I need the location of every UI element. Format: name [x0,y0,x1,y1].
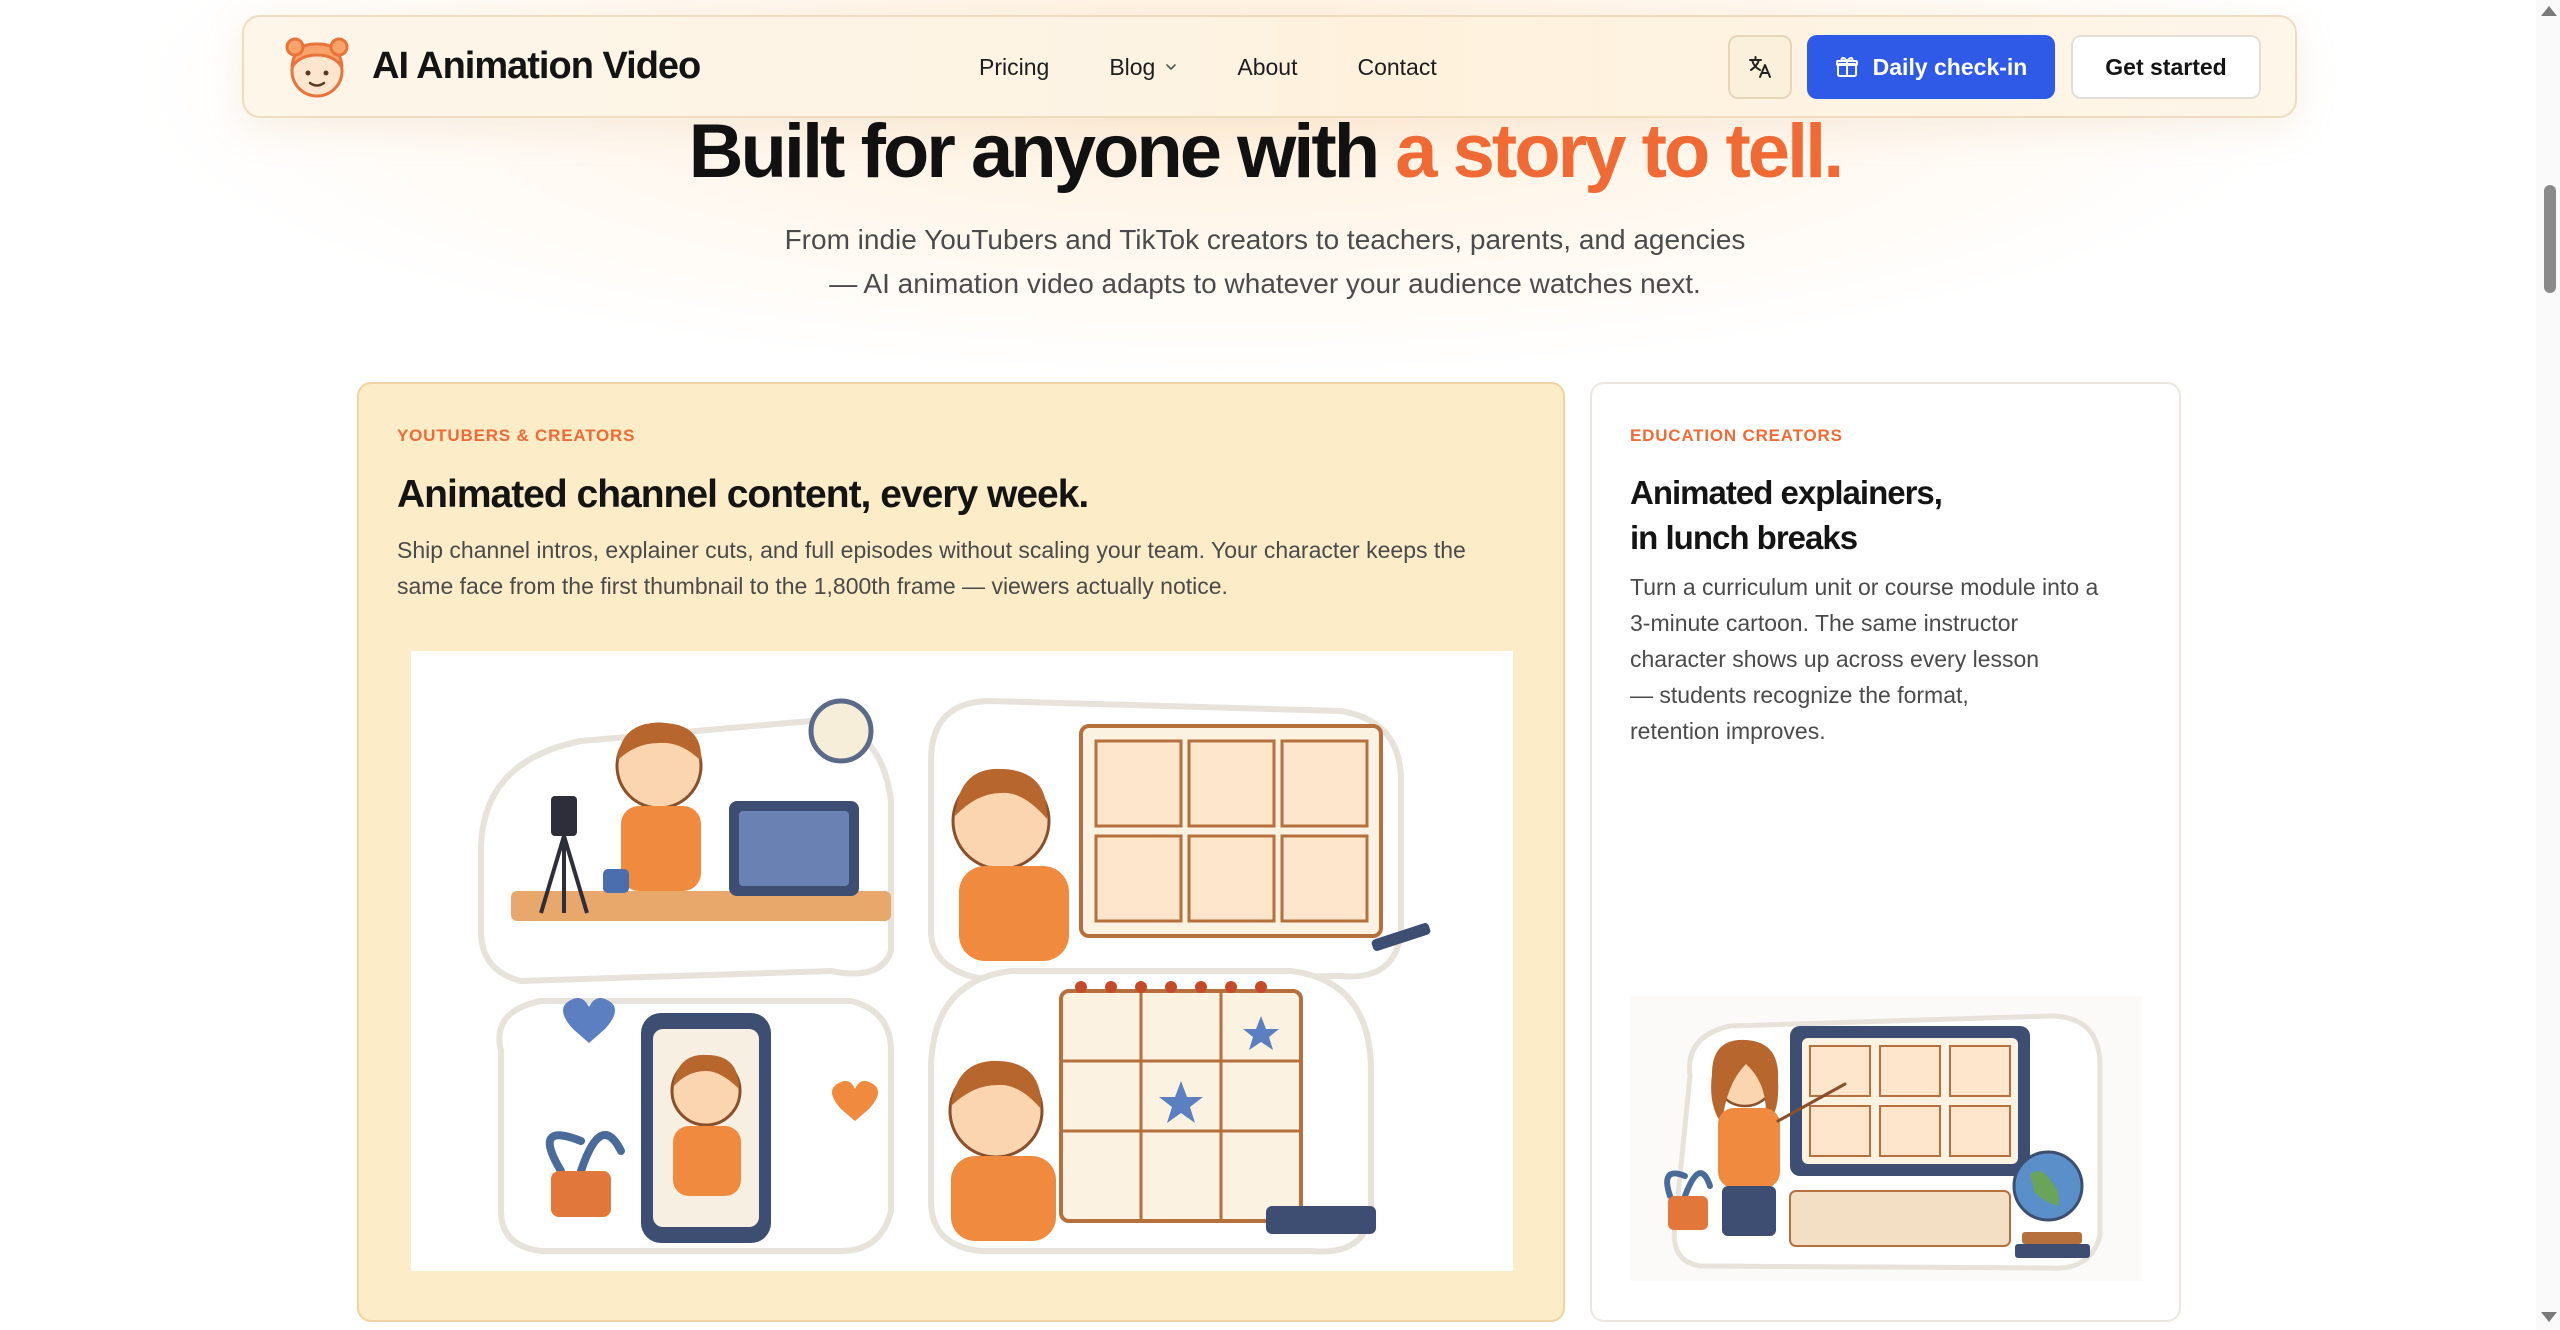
logo-icon[interactable] [280,31,354,105]
phone-scene [496,998,894,1254]
hero-title-accent: a story to tell. [1395,109,1844,194]
teacher-illustration-art [1664,1013,2103,1271]
scroll-down-arrow-icon[interactable] [2541,1312,2557,1322]
card-description: Ship channel intros, explainer cuts, and… [397,532,1466,604]
card-description-line: Ship channel intros, explainer cuts, and… [397,537,1466,563]
nav-about-label: About [1237,53,1298,80]
storyboard-scene [928,697,1431,985]
daily-checkin-button[interactable]: Daily check-in [1807,35,2055,99]
card-title-line: in lunch breaks [1630,519,1858,556]
creator-illustration-art [478,697,1431,1255]
gift-icon [1835,56,1858,77]
hero-subtitle: From indie YouTubers and TikTok creators… [0,218,2530,306]
nav-contact-label: Contact [1357,53,1437,80]
desk-scene [478,698,894,985]
card-description-line: Turn a curriculum unit or course module … [1630,574,2099,600]
chevron-down-icon [1166,64,1177,71]
nav-about[interactable]: About [1237,54,1297,81]
nav-contact[interactable]: Contact [1357,54,1436,81]
calendar-scene [928,968,1376,1255]
hero-subtitle-line-2: — AI animation video adapts to whatever … [829,268,1701,299]
translate-icon [1749,56,1771,78]
scrollbar-thumb[interactable] [2544,185,2556,293]
card-tag: YOUTUBERS & CREATORS [397,426,636,445]
site-header: AI Animation Video Pricing Blog About Co… [242,15,2297,118]
main-nav: Pricing Blog About Contact [979,17,1497,117]
language-button[interactable] [1728,35,1792,99]
card-title-line: Animated explainers, [1630,474,1943,511]
daily-checkin-label: Daily check-in [1872,53,2028,80]
get-started-button[interactable]: Get started [2071,35,2261,99]
card-description-line: — students recognize the format, [1630,682,1969,708]
card-description: Turn a curriculum unit or course module … [1630,569,2098,749]
hero-title: Built for anyone with a story to tell. [0,108,2530,195]
card-tag: EDUCATION CREATORS [1630,426,1843,445]
teacher-illustration [1630,996,2142,1281]
hero-subtitle-line-1: From indie YouTubers and TikTok creators… [784,224,1746,255]
nav-blog-label: Blog [1109,53,1156,80]
card-description-line: character shows up across every lesson [1630,646,2040,672]
card-description-line: same face from the first thumbnail to th… [397,573,1228,599]
card-description-line: retention improves. [1630,718,1826,744]
education-card: EDUCATION CREATORS Animated explainers, … [1590,382,2181,1322]
nav-pricing-label: Pricing [979,53,1050,80]
card-title: Animated channel content, every week. [397,473,1089,516]
brand-name[interactable]: AI Animation Video [372,45,701,88]
nav-blog[interactable]: Blog [1109,54,1177,81]
creator-illustration [411,651,1513,1271]
youtubers-card: YOUTUBERS & CREATORS Animated channel co… [357,382,1565,1322]
card-description-line: 3-minute cartoon. The same instructor [1630,610,2019,636]
scroll-up-arrow-icon[interactable] [2541,6,2557,16]
hero-title-main: Built for anyone with [688,109,1396,194]
nav-pricing[interactable]: Pricing [979,54,1049,81]
card-title: Animated explainers, in lunch breaks [1630,470,1943,560]
